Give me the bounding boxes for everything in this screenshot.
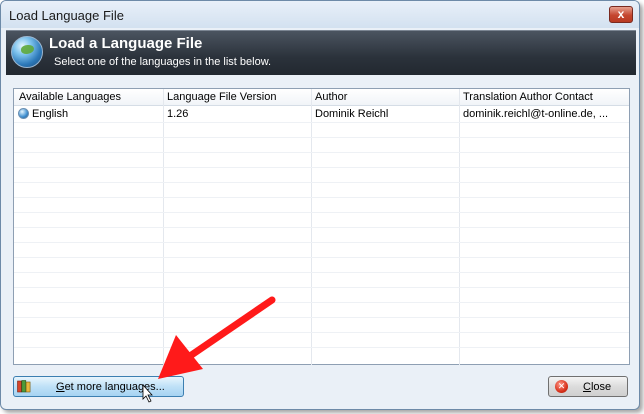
row-divider	[14, 332, 629, 333]
banner-title: Load a Language File	[49, 35, 203, 52]
row-divider	[14, 302, 629, 303]
row-divider	[14, 212, 629, 213]
language-globe-icon	[18, 108, 29, 119]
window-title: Load Language File	[9, 8, 124, 23]
get-more-languages-label: Get more languages...	[56, 381, 165, 393]
window-close-button[interactable]: x	[609, 6, 633, 23]
row-divider	[14, 287, 629, 288]
cell-version: 1.26	[167, 108, 189, 120]
title-bar: Load Language File x	[1, 1, 639, 28]
row-divider	[14, 167, 629, 168]
row-divider	[14, 152, 629, 153]
row-divider	[14, 347, 629, 348]
globe-icon	[11, 36, 43, 68]
column-header-translation-author-contact[interactable]: Translation Author Contact	[463, 91, 593, 103]
close-button-label: Close	[583, 381, 612, 393]
list-header: Available Languages Language File Versio…	[14, 89, 629, 106]
row-divider	[14, 182, 629, 183]
row-divider	[14, 242, 629, 243]
row-divider	[14, 257, 629, 258]
close-x-icon: x	[617, 7, 625, 21]
row-divider	[14, 317, 629, 318]
row-divider	[14, 272, 629, 273]
get-more-languages-button[interactable]: Get more languages...	[13, 376, 184, 397]
header-banner: Load a Language File Select one of the l…	[6, 30, 636, 75]
row-divider	[14, 227, 629, 228]
language-list[interactable]: Available Languages Language File Versio…	[13, 88, 630, 365]
banner-subtitle: Select one of the languages in the list …	[54, 56, 272, 68]
row-divider	[14, 137, 629, 138]
cell-author: Dominik Reichl	[315, 108, 389, 120]
dialog-window: Load Language File x Load a Language Fil…	[0, 0, 640, 410]
row-divider	[14, 197, 629, 198]
close-button[interactable]: ✕ Close	[548, 376, 628, 397]
language-row-english[interactable]: English 1.26 Dominik Reichl dominik.reic…	[14, 107, 629, 122]
column-header-author[interactable]: Author	[315, 91, 347, 103]
column-header-available-languages[interactable]: Available Languages	[19, 91, 121, 103]
close-circle-icon: ✕	[555, 380, 568, 393]
books-icon	[17, 380, 31, 393]
row-divider	[14, 122, 629, 123]
column-header-language-file-version[interactable]: Language File Version	[167, 91, 276, 103]
cell-contact: dominik.reichl@t-online.de, ...	[463, 108, 609, 120]
cell-language: English	[32, 108, 69, 120]
